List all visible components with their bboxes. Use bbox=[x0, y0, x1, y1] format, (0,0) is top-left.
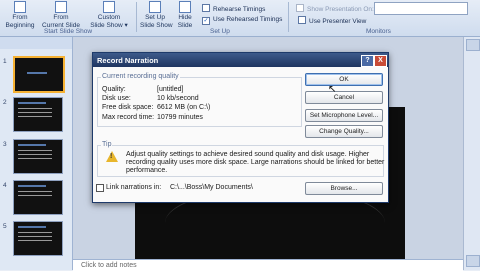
max-record-time-label: Max record time: bbox=[102, 114, 155, 121]
tip-text-line-1: Adjust quality settings to achieve desir… bbox=[126, 151, 370, 158]
slide-thumbnail[interactable] bbox=[13, 56, 65, 93]
vertical-scrollbar[interactable] bbox=[463, 37, 480, 270]
mouse-pointer-icon: ↖ bbox=[328, 84, 337, 95]
slide-thumbnail[interactable] bbox=[13, 221, 63, 256]
notes-placeholder: Click to add notes bbox=[81, 262, 137, 269]
slideshow-icon bbox=[14, 1, 26, 13]
link-narrations-checkbox[interactable] bbox=[96, 184, 104, 192]
setup-slide-show-button[interactable]: Set Up Slide Show bbox=[140, 1, 173, 29]
disk-use-label: Disk use: bbox=[102, 95, 131, 102]
dialog-title: Record Narration bbox=[97, 56, 159, 65]
slideshow-icon bbox=[55, 1, 67, 13]
slide-number: 4 bbox=[3, 182, 7, 189]
quality-label: Quality: bbox=[102, 86, 126, 93]
ok-button[interactable]: OK bbox=[305, 73, 383, 86]
slide-number: 3 bbox=[3, 141, 7, 148]
disk-use-value: 10 kb/second bbox=[157, 95, 199, 102]
custom-show-icon bbox=[103, 1, 115, 13]
change-quality-button[interactable]: Change Quality... bbox=[305, 125, 383, 138]
free-disk-space-value: 6612 MB (on C:\) bbox=[157, 104, 211, 111]
monitor-icon bbox=[296, 4, 304, 12]
help-icon[interactable]: ? bbox=[361, 55, 374, 67]
slide-number: 5 bbox=[3, 223, 7, 230]
tip-legend: Tip bbox=[101, 141, 113, 148]
slide-number: 2 bbox=[3, 99, 7, 106]
set-microphone-level-button[interactable]: Set Microphone Level... bbox=[305, 109, 383, 122]
quality-value: [untitled] bbox=[157, 86, 184, 93]
group-label-start: Start Slide Show bbox=[44, 28, 93, 35]
monitor-select[interactable] bbox=[374, 2, 468, 15]
tip-text-line-3: performance. bbox=[126, 167, 168, 174]
group-label-setup: Set Up bbox=[210, 28, 230, 35]
scroll-down-icon[interactable] bbox=[466, 255, 480, 267]
slide-number: 1 bbox=[3, 58, 7, 65]
link-narrations-label: Link narrations in: bbox=[106, 184, 162, 191]
rehearse-timings-button[interactable]: Rehearse Timings bbox=[202, 4, 265, 13]
link-narrations-path: C:\...\Boss\My Documents\ bbox=[170, 184, 253, 191]
group-label-monitors: Monitors bbox=[366, 28, 391, 35]
setup-icon bbox=[149, 1, 161, 13]
checkbox-icon bbox=[298, 16, 306, 24]
from-current-slide-button[interactable]: From Current Slide bbox=[40, 1, 82, 29]
notes-pane[interactable]: Click to add notes bbox=[73, 259, 463, 271]
free-disk-space-label: Free disk space: bbox=[102, 104, 154, 111]
dialog-title-bar[interactable]: Record Narration ? X bbox=[93, 53, 388, 67]
checkmark-icon: ✓ bbox=[202, 17, 210, 25]
ribbon: From Beginning From Current Slide Custom… bbox=[0, 0, 480, 37]
hide-slide-button[interactable]: Hide Slide bbox=[174, 1, 196, 29]
warning-mark: ! bbox=[110, 153, 113, 160]
show-presentation-on-label: Show Presentation On: bbox=[296, 4, 374, 13]
slide-thumbnail[interactable] bbox=[13, 180, 63, 215]
close-icon[interactable]: X bbox=[374, 55, 387, 67]
cancel-button[interactable]: Cancel bbox=[305, 91, 383, 104]
use-presenter-view-checkbox[interactable]: Use Presenter View bbox=[298, 16, 366, 25]
slides-pane-tabs[interactable] bbox=[0, 37, 72, 49]
from-beginning-button[interactable]: From Beginning bbox=[4, 1, 36, 29]
browse-button[interactable]: Browse... bbox=[305, 182, 383, 195]
slide-thumbnail[interactable] bbox=[13, 97, 63, 132]
scroll-up-icon[interactable] bbox=[466, 39, 480, 51]
ribbon-separator bbox=[136, 2, 137, 32]
custom-slide-show-button[interactable]: Custom Slide Show ▾ bbox=[88, 1, 130, 29]
ribbon-separator bbox=[288, 2, 289, 32]
clock-icon bbox=[202, 4, 210, 12]
slide-thumbnail[interactable] bbox=[13, 139, 63, 174]
hide-slide-icon bbox=[179, 1, 191, 13]
tip-text-line-2: recording quality uses more disk space. … bbox=[126, 159, 385, 166]
max-record-time-value: 10799 minutes bbox=[157, 114, 203, 121]
use-rehearsed-timings-checkbox[interactable]: ✓ Use Rehearsed Timings bbox=[202, 16, 282, 25]
current-quality-legend: Current recording quality bbox=[101, 73, 180, 80]
